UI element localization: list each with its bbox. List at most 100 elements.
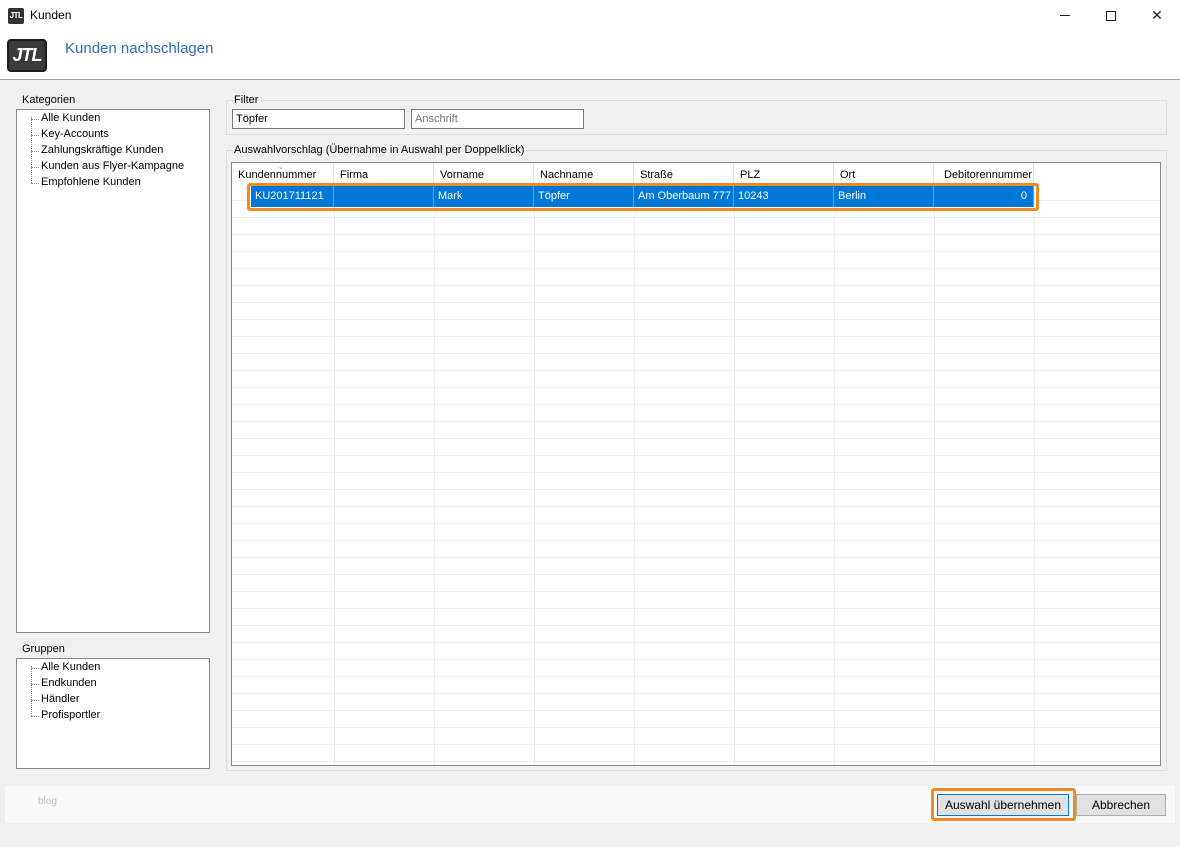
abbrechen-button[interactable]: Abbrechen [1076,794,1166,816]
cell-debitorennummer: 0 [934,186,1034,207]
window-title: Kunden [30,8,72,22]
maximize-button[interactable] [1088,0,1134,31]
grid-empty-row [232,473,1160,490]
grid-empty-row [232,337,1160,354]
grid-column-line [734,184,735,765]
page-title: Kunden nachschlagen [65,40,214,57]
grid-empty-row [232,558,1160,575]
tree-connector [31,151,39,152]
col-ort[interactable]: Ort [834,163,934,184]
grid-empty-row [232,320,1160,337]
blog-watermark: blog [38,796,57,807]
tree-connector [31,183,39,184]
col-strasse[interactable]: Straße [634,163,734,184]
gruppe-profisportler[interactable]: Profisportler [41,709,100,721]
grid-column-line [834,184,835,765]
grid-empty-row [232,235,1160,252]
customer-grid[interactable]: ⌄ Kundennummer Firma Vorname Nachname St… [231,162,1161,766]
grid-empty-row [232,456,1160,473]
grid-empty-row [232,422,1160,439]
close-button[interactable]: ✕ [1134,0,1180,31]
tree-connector [31,700,39,701]
filter-label: Filter [234,94,261,106]
grid-empty-row [232,660,1160,677]
minimize-button[interactable] [1042,0,1088,31]
grid-column-line [634,184,635,765]
grid-empty-row [232,643,1160,660]
gruppe-alle-kunden[interactable]: Alle Kunden [41,661,100,673]
grid-empty-row [232,694,1160,711]
col-plz[interactable]: PLZ [734,163,834,184]
grid-empty-row [232,541,1160,558]
kategorie-zahlungskraeftige-kunden[interactable]: Zahlungskräftige Kunden [41,144,163,156]
grid-column-line [1034,184,1035,765]
gruppe-endkunden[interactable]: Endkunden [41,677,97,689]
grid-empty-row [232,405,1160,422]
grid-empty-row [232,286,1160,303]
tree-connector [31,684,39,685]
tree-connector [31,119,39,120]
col-kundennummer[interactable]: ⌄ Kundennummer [232,163,334,184]
name-filter-input[interactable] [232,109,405,129]
grid-empty-row [232,303,1160,320]
tree-connector [31,167,39,168]
jtl-logo: JTL [7,39,47,72]
grid-empty-row [232,575,1160,592]
cell-ort: Berlin [834,186,934,207]
grid-empty-row [232,609,1160,626]
grid-empty-row [232,388,1160,405]
grid-empty-row [232,354,1160,371]
tree-connector [31,117,32,183]
grid-header: ⌄ Kundennummer Firma Vorname Nachname St… [232,163,1160,184]
tree-connector [31,716,39,717]
grid-empty-row [232,218,1160,235]
kategorie-empfohlene-kunden[interactable]: Empfohlene Kunden [41,176,141,188]
grid-empty-row [232,490,1160,507]
grid-empty-row [232,439,1160,456]
grid-empty-row [232,252,1160,269]
cell-nachname: Töpfer [534,186,634,207]
gruppe-haendler[interactable]: Händler [41,693,80,705]
grid-column-line [534,184,535,765]
cell-vorname: Mark [434,186,534,207]
grid-column-line [334,184,335,765]
cell-strasse: Am Oberbaum 777 [634,186,734,207]
gruppen-label: Gruppen [22,643,65,655]
auswahl-uebernehmen-button[interactable]: Auswahl übernehmen [937,794,1069,816]
tree-connector [31,666,32,716]
kategorie-key-accounts[interactable]: Key-Accounts [41,128,109,140]
cell-plz: 10243 [734,186,834,207]
grid-empty-row [232,626,1160,643]
table-row[interactable]: KU201711121 Mark Töpfer Am Oberbaum 777 … [251,186,1034,207]
kategorien-label: Kategorien [22,94,76,106]
kategorien-tree[interactable]: Alle Kunden Key-Accounts Zahlungskräftig… [16,109,210,633]
grid-empty-row [232,728,1160,745]
tree-connector [31,135,39,136]
grid-empty-row [232,592,1160,609]
col-nachname[interactable]: Nachname [534,163,634,184]
grid-empty-row [232,269,1160,286]
cell-kundennummer: KU201711121 [251,186,334,207]
kategorie-alle-kunden[interactable]: Alle Kunden [41,112,100,124]
title-bar: JTL Kunden ✕ [0,0,1180,31]
grid-empty-row [232,677,1160,694]
kategorie-flyer-kampagne[interactable]: Kunden aus Flyer-Kampagne [41,160,184,172]
gruppen-tree[interactable]: Alle Kunden Endkunden Händler Profisport… [16,658,210,769]
app-icon: JTL [8,8,24,24]
grid-column-line [934,184,935,765]
sort-arrow-icon: ⌄ [278,164,284,171]
grid-empty-row [232,371,1160,388]
grid-empty-row [232,711,1160,728]
address-filter-input[interactable] [411,109,584,129]
dialog-header: JTL Kunden nachschlagen [0,31,1180,80]
col-vorname[interactable]: Vorname [434,163,534,184]
col-debitorennummer[interactable]: Debitorennummer [934,163,1034,184]
col-firma[interactable]: Firma [334,163,434,184]
grid-empty-row [232,507,1160,524]
grid-empty-row [232,762,1160,765]
results-label: Auswahlvorschlag (Übernahme in Auswahl p… [234,144,527,156]
grid-empty-row [232,745,1160,762]
tree-connector [31,668,39,669]
cell-firma [334,186,434,207]
maximize-icon [1106,10,1116,21]
